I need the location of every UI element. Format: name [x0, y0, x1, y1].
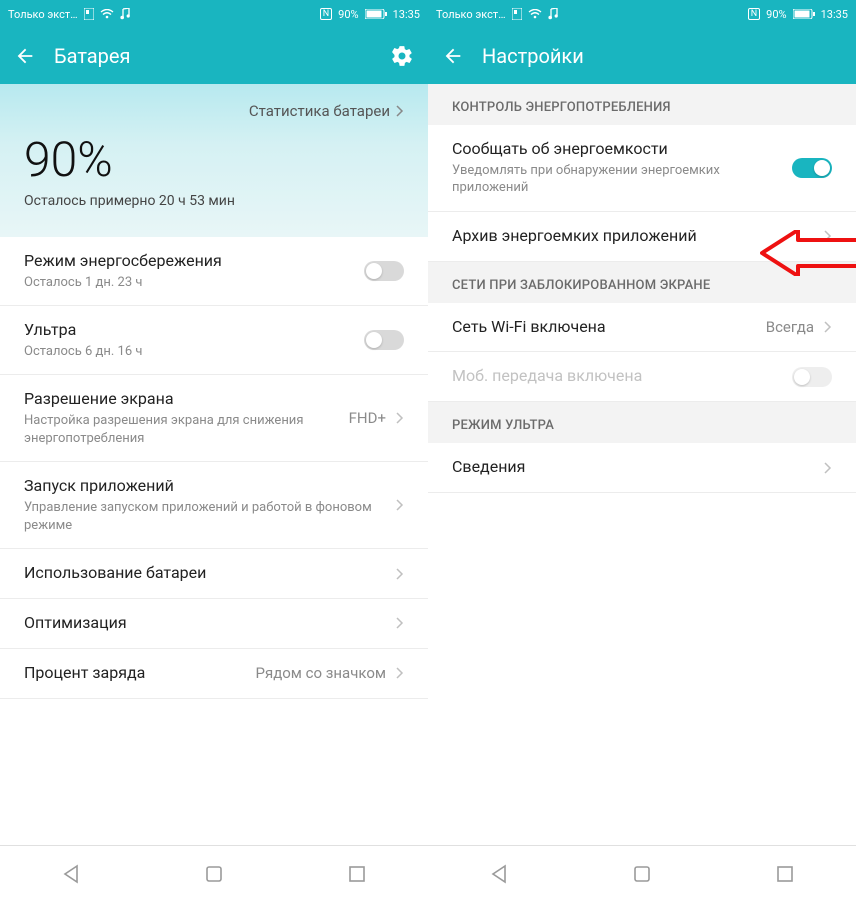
battery-icon	[793, 9, 815, 19]
row-power-save[interactable]: Режим энергосбережения Осталось 1 дн. 23…	[0, 237, 428, 306]
row-sub: Управление запуском приложений и работой…	[24, 497, 386, 534]
nav-home-icon[interactable]	[202, 862, 226, 886]
battery-percent-text: 90%	[766, 8, 786, 21]
music-icon	[120, 8, 130, 20]
row-title: Запуск приложений	[24, 476, 386, 497]
battery-hero: Статистика батареи 90% Осталось примерно…	[0, 84, 428, 237]
row-optimize[interactable]: Оптимизация	[0, 599, 428, 649]
page-title: Батарея	[54, 44, 372, 68]
phone-right: Только экстр… N 90% 13:35 Настройки КОНТ…	[428, 0, 856, 901]
nav-bar	[0, 845, 428, 901]
clock-text: 13:35	[821, 8, 848, 21]
row-title: Оптимизация	[24, 613, 386, 634]
phone-left: Только экстр… N 90% 13:35 Батарея	[0, 0, 428, 901]
nav-home-icon[interactable]	[630, 862, 654, 886]
row-ultra[interactable]: Ультра Осталось 6 дн. 16 ч	[0, 306, 428, 375]
row-value: Всегда	[766, 318, 814, 336]
wifi-icon	[528, 9, 542, 19]
row-sub: Осталось 6 дн. 16 ч	[24, 341, 354, 361]
status-left: Только экстр…	[8, 8, 130, 21]
section-ultra-mode: РЕЖИМ УЛЬТРА	[428, 402, 856, 443]
sim-icon	[84, 8, 94, 20]
chevron-right-icon	[396, 412, 404, 424]
row-title: Архив энергоемких приложений	[452, 226, 814, 247]
status-bar: Только экстр… N 90% 13:35	[0, 0, 428, 28]
row-title: Сообщать об энергоемкости	[452, 139, 782, 160]
row-launch[interactable]: Запуск приложений Управление запуском пр…	[0, 462, 428, 549]
row-value: FHD+	[349, 409, 386, 427]
status-right: N 90% 13:35	[748, 8, 848, 21]
chevron-right-icon	[824, 321, 832, 333]
clock-text: 13:35	[393, 8, 420, 21]
music-icon	[548, 8, 558, 20]
battery-icon	[365, 9, 387, 19]
battery-remaining: Осталось примерно 20 ч 53 мин	[24, 187, 404, 209]
header: Батарея	[0, 28, 428, 84]
battery-stats-label: Статистика батареи	[249, 102, 390, 120]
chevron-right-icon	[824, 230, 832, 242]
battery-percent: 90%	[24, 126, 404, 187]
wifi-icon	[100, 9, 114, 19]
row-title: Режим энергосбережения	[24, 251, 354, 272]
chevron-right-icon	[396, 568, 404, 580]
chevron-right-icon	[396, 499, 404, 511]
row-sub: Настройка разрешения экрана для снижения…	[24, 410, 339, 447]
row-value: Рядом со значком	[256, 664, 387, 682]
nfc-icon: N	[320, 8, 332, 20]
section-locked-net: СЕТИ ПРИ ЗАБЛОКИРОВАННОМ ЭКРАНЕ	[428, 262, 856, 303]
toggle-power-save[interactable]	[364, 261, 404, 281]
row-info[interactable]: Сведения	[428, 443, 856, 493]
nav-recent-icon[interactable]	[345, 862, 369, 886]
row-wifi[interactable]: Сеть Wi-Fi включена Всегда	[428, 303, 856, 353]
page-title: Настройки	[482, 44, 842, 68]
battery-percent-text: 90%	[338, 8, 358, 21]
row-usage[interactable]: Использование батареи	[0, 549, 428, 599]
status-right: N 90% 13:35	[320, 8, 420, 21]
toggle-notify[interactable]	[792, 158, 832, 178]
battery-stats-link[interactable]: Статистика батареи	[24, 102, 404, 126]
row-archive[interactable]: Архив энергоемких приложений	[428, 212, 856, 262]
back-icon[interactable]	[442, 45, 464, 67]
row-title: Разрешение экрана	[24, 389, 339, 410]
battery-settings-list: Режим энергосбережения Осталось 1 дн. 23…	[0, 237, 428, 699]
nav-back-icon[interactable]	[59, 862, 83, 886]
nav-recent-icon[interactable]	[773, 862, 797, 886]
chevron-right-icon	[824, 462, 832, 474]
back-icon[interactable]	[14, 45, 36, 67]
toggle-mobile	[792, 367, 832, 387]
row-title: Сеть Wi-Fi включена	[452, 317, 756, 338]
section-power-control: КОНТРОЛЬ ЭНЕРГОПОТРЕБЛЕНИЯ	[428, 84, 856, 125]
chevron-right-icon	[396, 617, 404, 629]
row-sub: Уведомлять при обнаружении энергоемких п…	[452, 160, 782, 197]
chevron-right-icon	[396, 105, 404, 117]
nfc-icon: N	[748, 8, 760, 20]
row-mobile-data: Моб. передача включена	[428, 352, 856, 402]
row-percent[interactable]: Процент заряда Рядом со значком	[0, 649, 428, 699]
row-title: Использование батареи	[24, 563, 386, 584]
row-title: Сведения	[452, 457, 814, 478]
sim-icon	[512, 8, 522, 20]
toggle-ultra[interactable]	[364, 330, 404, 350]
status-bar: Только экстр… N 90% 13:35	[428, 0, 856, 28]
nav-bar	[428, 845, 856, 901]
chevron-right-icon	[396, 667, 404, 679]
row-notify-power[interactable]: Сообщать об энергоемкости Уведомлять при…	[428, 125, 856, 212]
carrier-label: Только экстр…	[436, 8, 506, 21]
row-title: Процент заряда	[24, 663, 246, 684]
row-resolution[interactable]: Разрешение экрана Настройка разрешения э…	[0, 375, 428, 462]
row-sub: Осталось 1 дн. 23 ч	[24, 272, 354, 292]
status-left: Только экстр…	[436, 8, 558, 21]
header: Настройки	[428, 28, 856, 84]
nav-back-icon[interactable]	[487, 862, 511, 886]
gear-icon[interactable]	[390, 44, 414, 68]
carrier-label: Только экстр…	[8, 8, 78, 21]
row-title: Моб. передача включена	[452, 366, 782, 387]
row-title: Ультра	[24, 320, 354, 341]
